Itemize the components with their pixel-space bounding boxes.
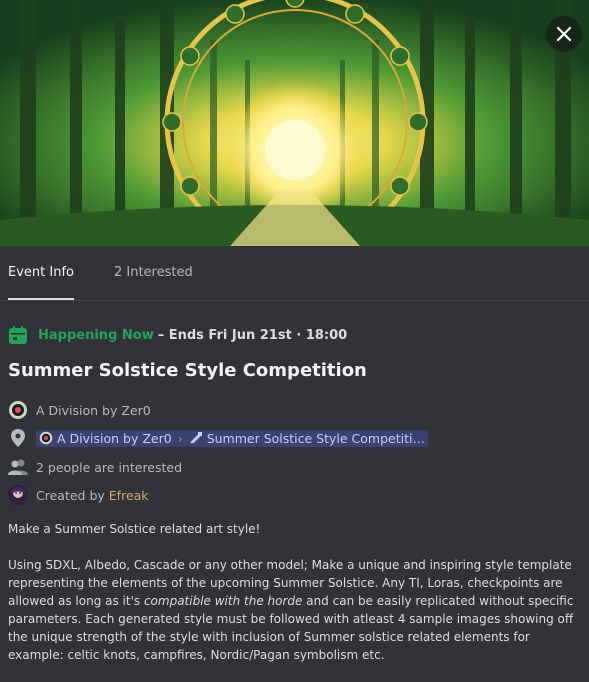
tab-bar: Event Info 2 Interested [8,246,233,300]
location-channel: Summer Solstice Style Competiti… [206,430,425,446]
event-description: Make a Summer Solstice related art style… [8,520,583,682]
people-icon [8,457,28,477]
interested-count: 2 people are interested [36,459,183,475]
creator-avatar [8,485,28,505]
calendar-icon [9,326,27,344]
event-end-time: – Ends Fri Jun 21st · 18:00 [157,327,348,343]
event-cover-image [0,0,589,246]
event-title: Summer Solstice Style Competition [8,360,367,381]
tab-interested[interactable]: 2 Interested [114,246,193,300]
description-body: Using SDXL, Albedo, Cascade or any other… [8,556,583,664]
close-button[interactable] [546,16,582,52]
creator-name[interactable]: Efreak [109,488,149,503]
location-server: A Division by Zer0 [57,430,172,446]
channel-mention[interactable]: A Division by Zer0 › Summer Solstice Sty… [36,429,428,447]
interested-row: 2 people are interested [8,456,182,478]
server-row: A Division by Zer0 [8,399,151,421]
chevron-right-icon: › [177,430,183,446]
creator-row: Created by Efreak [8,484,149,506]
location-pin-icon [8,428,28,448]
description-emphasis: compatible with the horde [143,594,303,608]
event-status: Happening Now – Ends Fri Jun 21st · 18:0… [8,325,347,345]
happening-now-label: Happening Now [38,327,154,343]
location-row: A Division by Zer0 › Summer Solstice Sty… [8,427,428,449]
server-name[interactable]: A Division by Zer0 [36,403,151,418]
close-icon [556,26,572,42]
channel-icon [189,432,202,444]
tab-event-info[interactable]: Event Info [8,246,74,300]
description-intro: Make a Summer Solstice related art style… [8,522,261,536]
tab-divider [0,300,589,301]
created-by-label: Created by [36,487,105,503]
server-icon-small [39,431,53,445]
server-avatar [8,400,28,420]
